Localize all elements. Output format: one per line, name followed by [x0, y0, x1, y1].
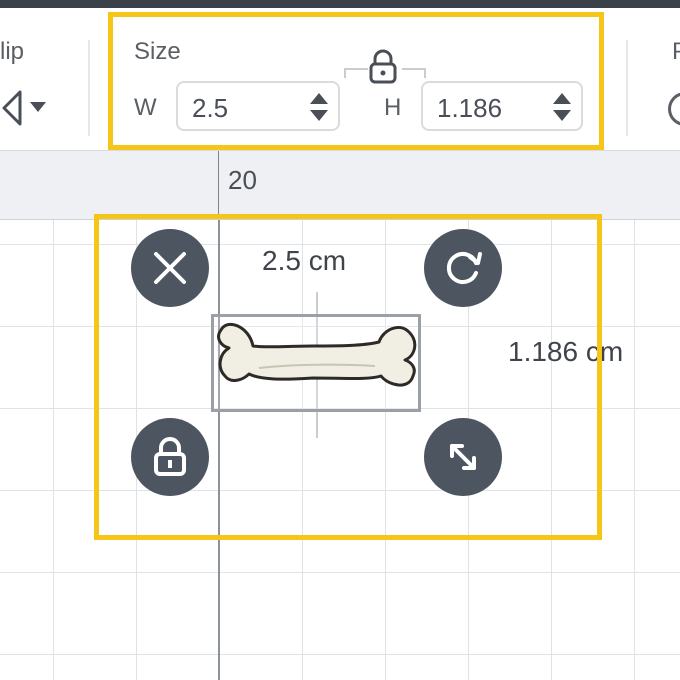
horizontal-ruler: 20	[0, 151, 680, 220]
ruler-tick-label: 20	[228, 165, 257, 195]
top-bar-strip	[0, 0, 680, 8]
flip-icon[interactable]	[0, 88, 52, 128]
highlight-size-panel	[108, 12, 604, 150]
toolbar-separator	[88, 40, 90, 136]
toolbar-separator	[626, 40, 628, 136]
next-section-label: P	[672, 38, 680, 66]
position-icon[interactable]	[668, 92, 680, 126]
flip-label: lip	[0, 38, 25, 65]
ruler-tick	[218, 151, 219, 219]
highlight-selected-object	[94, 214, 602, 540]
